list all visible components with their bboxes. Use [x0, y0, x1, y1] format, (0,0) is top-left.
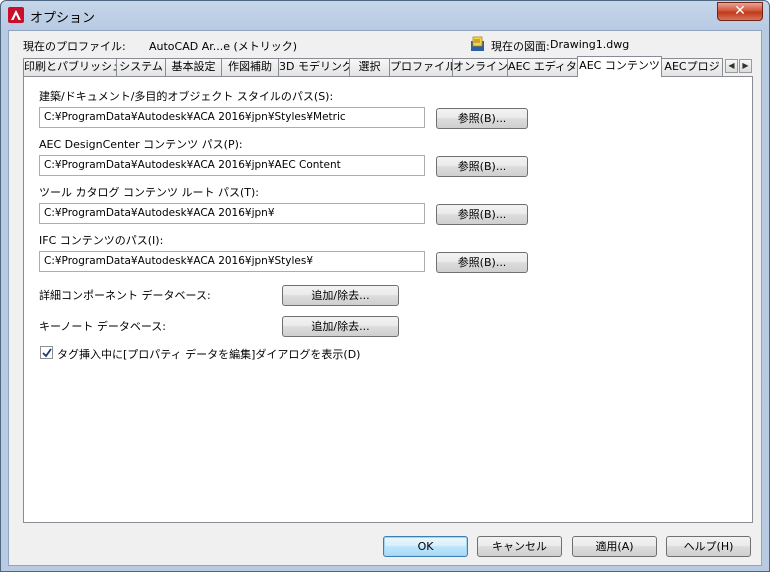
dialog-body: 現在のプロファイル: AutoCAD Ar...e (メトリック) 現在の図面:…	[8, 30, 762, 566]
title-bar[interactable]: オプション ✕	[1, 1, 769, 29]
show-edit-property-dialog-label[interactable]: タグ挿入中に[プロパティ データを編集]ダイアログを表示(D)	[57, 346, 360, 362]
help-button[interactable]: ヘルプ(H)	[666, 536, 751, 557]
tab-online[interactable]: オンライン	[452, 58, 508, 76]
styles-path-input[interactable]: C:¥ProgramData¥Autodesk¥ACA 2016¥jpn¥Sty…	[39, 107, 425, 128]
ifc-path-browse-button[interactable]: 参照(B)...	[436, 252, 528, 273]
designcenter-path-input[interactable]: C:¥ProgramData¥Autodesk¥ACA 2016¥jpn¥AEC…	[39, 155, 425, 176]
current-drawing-label: 現在の図面:	[491, 40, 550, 53]
tool-catalog-path-browse-button[interactable]: 参照(B)...	[436, 204, 528, 225]
cancel-button[interactable]: キャンセル	[477, 536, 562, 557]
autocad-logo-icon	[8, 7, 24, 23]
tab-aec-project[interactable]: AECプロジ	[661, 58, 723, 76]
tab-3d-modeling[interactable]: 3D モデリング	[278, 58, 350, 76]
tab-user-preferences[interactable]: 基本設定	[165, 58, 222, 76]
current-profile-value: AutoCAD Ar...e (メトリック)	[149, 40, 298, 53]
tab-scroll-left-button[interactable]: ◀	[725, 59, 738, 73]
tab-scroll-right-button[interactable]: ▶	[739, 59, 752, 73]
tab-system[interactable]: システム	[116, 58, 166, 76]
keynote-db-label: キーノート データベース:	[39, 320, 166, 333]
tab-aec-content[interactable]: AEC コンテンツ	[577, 56, 662, 77]
close-button[interactable]: ✕	[717, 2, 763, 21]
drawing-file-icon	[470, 36, 486, 52]
show-edit-property-dialog-checkbox[interactable]	[40, 346, 53, 359]
styles-path-label: 建築/ドキュメント/多目的オブジェクト スタイルのパス(S):	[39, 90, 334, 103]
detail-component-db-label: 詳細コンポーネント データベース:	[39, 289, 211, 302]
ifc-path-label: IFC コンテンツのパス(I):	[39, 234, 164, 247]
designcenter-path-browse-button[interactable]: 参照(B)...	[436, 156, 528, 177]
tab-drafting[interactable]: 作図補助	[221, 58, 279, 76]
tool-catalog-path-label: ツール カタログ コンテンツ ルート パス(T):	[39, 186, 259, 199]
ifc-path-input[interactable]: C:¥ProgramData¥Autodesk¥ACA 2016¥jpn¥Sty…	[39, 251, 425, 272]
tab-profiles[interactable]: プロファイル	[389, 58, 453, 76]
profile-row: 現在のプロファイル: AutoCAD Ar...e (メトリック) 現在の図面:…	[23, 36, 753, 54]
tab-aec-editor[interactable]: AEC エディタ	[507, 58, 578, 76]
current-profile-label: 現在のプロファイル:	[23, 40, 126, 53]
keynote-db-add-remove-button[interactable]: 追加/除去...	[282, 316, 399, 337]
designcenter-path-label: AEC DesignCenter コンテンツ パス(P):	[39, 138, 243, 151]
tab-selection[interactable]: 選択	[349, 58, 390, 76]
tab-plot-publish[interactable]: 印刷とパブリッシュ	[23, 58, 117, 76]
tool-catalog-path-input[interactable]: C:¥ProgramData¥Autodesk¥ACA 2016¥jpn¥	[39, 203, 425, 224]
checkmark-icon	[42, 348, 52, 358]
tab-strip: 印刷とパブリッシュ システム 基本設定 作図補助 3D モデリング 選択 プロフ…	[23, 56, 758, 77]
styles-path-browse-button[interactable]: 参照(B)...	[436, 108, 528, 129]
options-dialog: オプション ✕ 現在のプロファイル: AutoCAD Ar...e (メトリック…	[0, 0, 770, 572]
aec-content-panel: 建築/ドキュメント/多目的オブジェクト スタイルのパス(S): C:¥Progr…	[23, 76, 753, 523]
window-title: オプション	[30, 11, 96, 26]
apply-button[interactable]: 適用(A)	[572, 536, 657, 557]
current-drawing-value: Drawing1.dwg	[550, 38, 630, 51]
ok-button[interactable]: OK	[383, 536, 468, 557]
detail-component-db-add-remove-button[interactable]: 追加/除去...	[282, 285, 399, 306]
